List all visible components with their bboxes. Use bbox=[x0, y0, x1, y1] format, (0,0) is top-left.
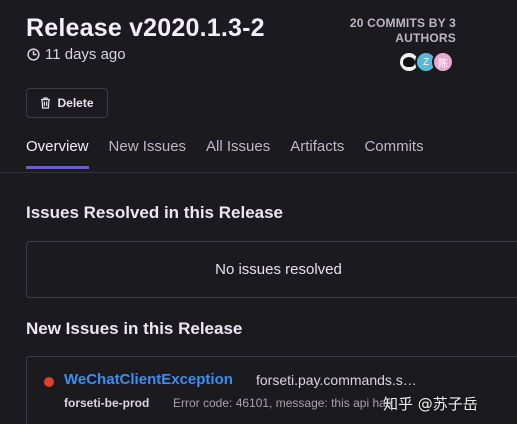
new-issues-section-title: New Issues in this Release bbox=[26, 319, 243, 338]
release-tabs: Overview New Issues All Issues Artifacts… bbox=[26, 138, 444, 169]
issue-title-link[interactable]: WeChatClientException bbox=[64, 371, 233, 388]
tabs-divider bbox=[0, 172, 517, 173]
commits-summary: 20 COMMITS BY 3 AUTHORS bbox=[349, 16, 456, 45]
author-avatars: Z 陈 bbox=[398, 51, 454, 73]
trash-icon bbox=[41, 97, 51, 109]
delete-label: Delete bbox=[57, 96, 94, 110]
resolved-empty-panel: No issues resolved bbox=[26, 241, 517, 298]
issue-culprit: forseti.pay.commands.s… bbox=[256, 372, 417, 388]
age-text: 11 days ago bbox=[45, 46, 126, 63]
empty-state-text: No issues resolved bbox=[215, 261, 342, 278]
avatar-image bbox=[403, 57, 415, 67]
resolved-section-title: Issues Resolved in this Release bbox=[26, 203, 284, 222]
release-age: 11 days ago bbox=[27, 46, 126, 63]
release-page: Release v2020.1.3-2 11 days ago 20 COMMI… bbox=[0, 0, 517, 424]
watermark: 知乎 @苏子岳 bbox=[383, 395, 478, 413]
tab-artifacts[interactable]: Artifacts bbox=[290, 138, 344, 169]
tab-overview[interactable]: Overview bbox=[26, 138, 89, 169]
page-title: Release v2020.1.3-2 bbox=[26, 14, 265, 42]
tab-new-issues[interactable]: New Issues bbox=[109, 138, 187, 169]
issue-project: forseti-be-prod bbox=[64, 396, 150, 410]
avatar[interactable]: 陈 bbox=[432, 51, 454, 73]
issue-message: Error code: 46101, message: this api has bbox=[173, 396, 392, 410]
tab-commits[interactable]: Commits bbox=[364, 138, 423, 169]
clock-icon bbox=[27, 48, 40, 61]
tab-all-issues[interactable]: All Issues bbox=[206, 138, 270, 169]
error-level-icon bbox=[44, 377, 54, 387]
delete-button[interactable]: Delete bbox=[26, 88, 108, 118]
